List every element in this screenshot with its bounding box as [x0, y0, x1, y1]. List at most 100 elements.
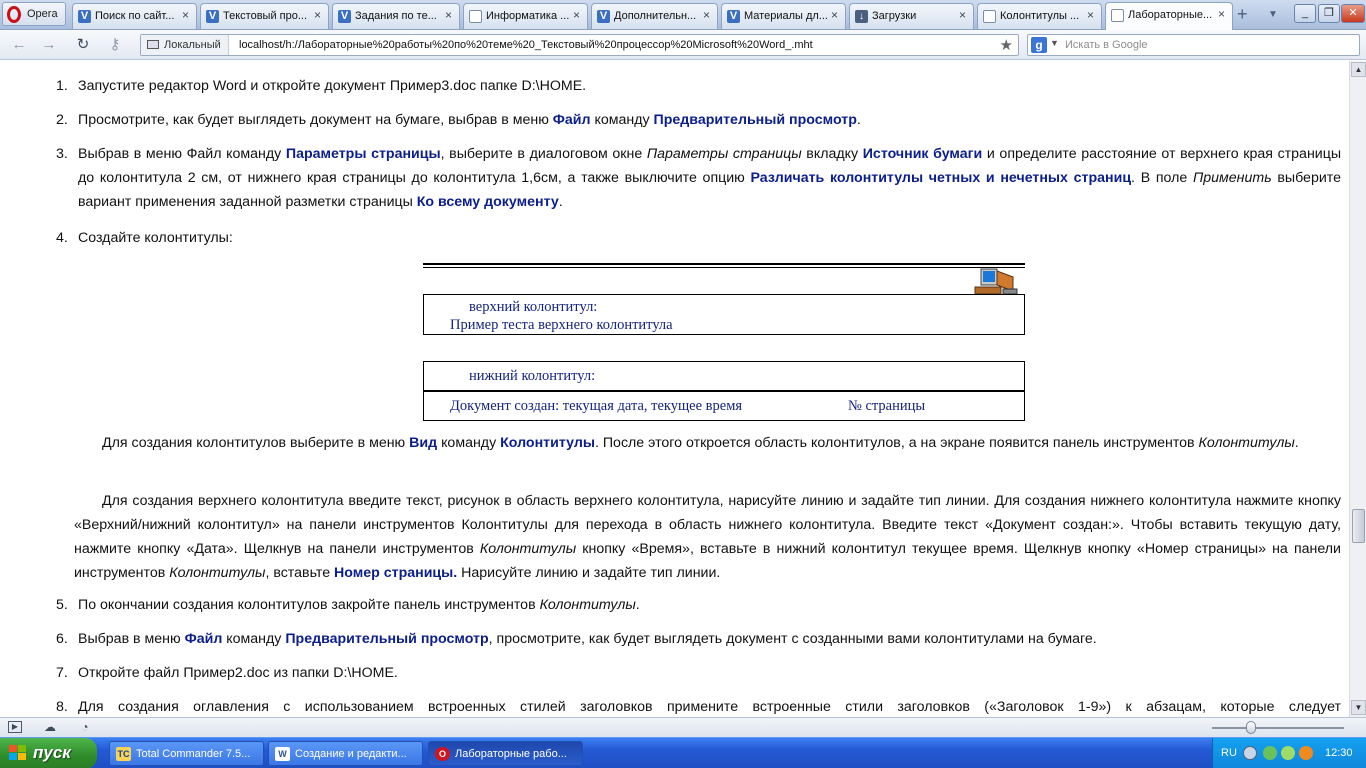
step-text: Откройте файл Пример2.doc из папки D:\HO…	[78, 665, 398, 681]
tab-favicon-icon: V	[206, 10, 219, 23]
address-url[interactable]: localhost/h:/Лабораторные%20работы%20по%…	[239, 35, 813, 55]
tab-0[interactable]: V Поиск по сайт... ×	[72, 3, 197, 29]
tab-close-icon[interactable]: ×	[956, 9, 969, 22]
tab-close-icon[interactable]: ×	[1215, 8, 1228, 21]
word-icon: W	[275, 747, 290, 761]
tab-close-icon[interactable]: ×	[570, 9, 583, 22]
panel-toggle-icon[interactable]: ▶	[8, 721, 22, 733]
opera-menu-button[interactable]: Opera	[2, 2, 66, 26]
vertical-scrollbar[interactable]: ▲ ▼	[1349, 61, 1366, 717]
tab-label: Лабораторные...	[1128, 9, 1213, 21]
step-number: 2.	[56, 112, 68, 128]
tray-security-icon[interactable]	[1299, 746, 1313, 760]
address-toolbar: ← → ↻ ⚷ Локальный localhost/h:/Лаборатор…	[0, 30, 1366, 60]
step-number: 7.	[56, 665, 68, 681]
windows-taskbar: пуск TC Total Commander 7.5... W Создани…	[0, 737, 1366, 768]
step-number: 6.	[56, 631, 68, 647]
step-text: По окончании создания колонтитулов закро…	[78, 597, 640, 613]
tab-close-icon[interactable]: ×	[442, 9, 455, 22]
computer-clipart-icon	[974, 268, 1018, 295]
tab-close-icon[interactable]: ×	[179, 9, 192, 22]
step-text: Запустите редактор Word и откройте докум…	[78, 78, 587, 94]
header-text: Пример теста верхнего колонтитула	[450, 317, 673, 333]
new-tab-plus-icon[interactable]: +	[1237, 5, 1248, 23]
minimize-button[interactable]: _	[1294, 4, 1316, 23]
page-content: 1. Запустите редактор Word и откройте до…	[0, 61, 1349, 717]
close-window-button[interactable]: ✕	[1341, 4, 1365, 23]
tab-label: Колонтитулы ...	[1000, 10, 1080, 22]
tab-2[interactable]: V Задания по те... ×	[332, 3, 460, 29]
status-bar: ▶ ☁ ◔	[0, 717, 1366, 737]
download-icon: ↓	[855, 10, 868, 23]
paragraph-toolbar: Для создания колонтитулов выберите в мен…	[102, 435, 1299, 451]
tab-close-icon[interactable]: ×	[700, 9, 713, 22]
restore-button[interactable]: ❐	[1318, 4, 1340, 23]
clock: 12:30	[1325, 747, 1353, 759]
speed-dial-icon[interactable]: ◔	[77, 720, 93, 735]
tab-favicon-icon: V	[727, 10, 740, 23]
header-box: верхний колонтитул: Пример теста верхнег…	[423, 294, 1025, 335]
tab-label: Материалы дл...	[744, 10, 828, 22]
search-engine-chevron-down-icon[interactable]: ▼	[1050, 38, 1059, 48]
tab-label: Задания по те...	[355, 10, 437, 22]
back-arrow-icon[interactable]: ←	[8, 35, 30, 55]
language-indicator[interactable]: RU	[1221, 747, 1237, 759]
tab-8-active[interactable]: Лабораторные... ×	[1105, 2, 1233, 30]
google-icon[interactable]: g	[1031, 37, 1047, 53]
step-text: Просмотрите, как будет выглядеть докумен…	[78, 112, 861, 128]
paragraph-instructions: Для создания верхнего колонтитула введит…	[74, 493, 1341, 581]
footer-box: нижний колонтитул: Документ создан: теку…	[423, 361, 1025, 421]
step-text: Выбрав в меню Файл команду Предварительн…	[78, 631, 1097, 647]
zoom-slider-track[interactable]	[1212, 727, 1344, 729]
tab-3[interactable]: Информатика ... ×	[463, 3, 588, 29]
scroll-up-arrow-icon[interactable]: ▲	[1351, 62, 1366, 77]
scroll-down-arrow-icon[interactable]: ▼	[1351, 700, 1366, 715]
footer-title: нижний колонтитул:	[469, 368, 596, 384]
tab-favicon-icon	[469, 10, 482, 23]
header-footer-diagram: верхний колонтитул: Пример теста верхнег…	[423, 263, 1026, 421]
tray-app-icon[interactable]	[1281, 746, 1295, 760]
tab-label: Информатика ...	[486, 10, 570, 22]
taskbar-item-word[interactable]: W Создание и редакти...	[268, 741, 423, 766]
tab-close-icon[interactable]: ×	[1084, 9, 1097, 22]
tab-label: Дополнительн...	[614, 10, 697, 22]
arrow-left-icon[interactable]	[1243, 746, 1257, 760]
footer-page-number: № страницы	[848, 398, 926, 414]
tab-6[interactable]: ↓ Загрузки ×	[849, 3, 974, 29]
step-number: 5.	[56, 597, 68, 613]
taskbar-item-label: Total Commander 7.5...	[136, 748, 251, 760]
key-icon[interactable]: ⚷	[104, 35, 126, 55]
address-field[interactable]: Локальный localhost/h:/Лабораторные%20ра…	[140, 34, 1019, 56]
windows-flag-icon	[9, 745, 27, 762]
tab-7[interactable]: Колонтитулы ... ×	[977, 3, 1102, 29]
footer-divider	[424, 390, 1024, 392]
tab-4[interactable]: V Дополнительн... ×	[591, 3, 718, 29]
search-placeholder[interactable]: Искать в Google	[1065, 35, 1148, 55]
search-field[interactable]: g ▼ Искать в Google	[1027, 34, 1360, 56]
taskbar-item-total-commander[interactable]: TC Total Commander 7.5...	[109, 741, 264, 766]
reload-icon[interactable]: ↻	[72, 35, 94, 55]
tab-1[interactable]: V Текстовый про... ×	[200, 3, 329, 29]
taskbar-item-opera[interactable]: O Лабораторные рабо...	[428, 741, 583, 766]
cloud-icon[interactable]: ☁	[42, 720, 58, 735]
forward-arrow-icon[interactable]: →	[38, 35, 60, 55]
tab-close-icon[interactable]: ×	[311, 9, 324, 22]
tab-favicon-icon	[1111, 9, 1124, 22]
tab-favicon-icon: V	[338, 10, 351, 23]
opera-logo-icon	[7, 6, 21, 23]
tab-list-chevron-down-icon[interactable]: ▼	[1268, 9, 1278, 20]
header-title: верхний колонтитул:	[469, 299, 598, 315]
tab-favicon-icon: V	[78, 10, 91, 23]
bookmark-star-icon[interactable]: ★	[1000, 36, 1013, 54]
network-icon[interactable]	[1263, 746, 1277, 760]
tab-close-icon[interactable]: ×	[828, 9, 841, 22]
zoom-slider-thumb[interactable]	[1246, 721, 1256, 734]
tab-bar: Opera V Поиск по сайт... × V Текстовый п…	[0, 0, 1366, 30]
taskbar-item-label: Лабораторные рабо...	[455, 748, 567, 760]
site-badge-label: Локальный	[164, 39, 221, 51]
start-button[interactable]: пуск	[0, 738, 97, 768]
tab-5[interactable]: V Материалы дл... ×	[721, 3, 846, 29]
tab-favicon-icon: V	[597, 10, 610, 23]
scrollbar-thumb[interactable]	[1352, 509, 1365, 543]
site-badge[interactable]: Локальный	[141, 35, 229, 55]
